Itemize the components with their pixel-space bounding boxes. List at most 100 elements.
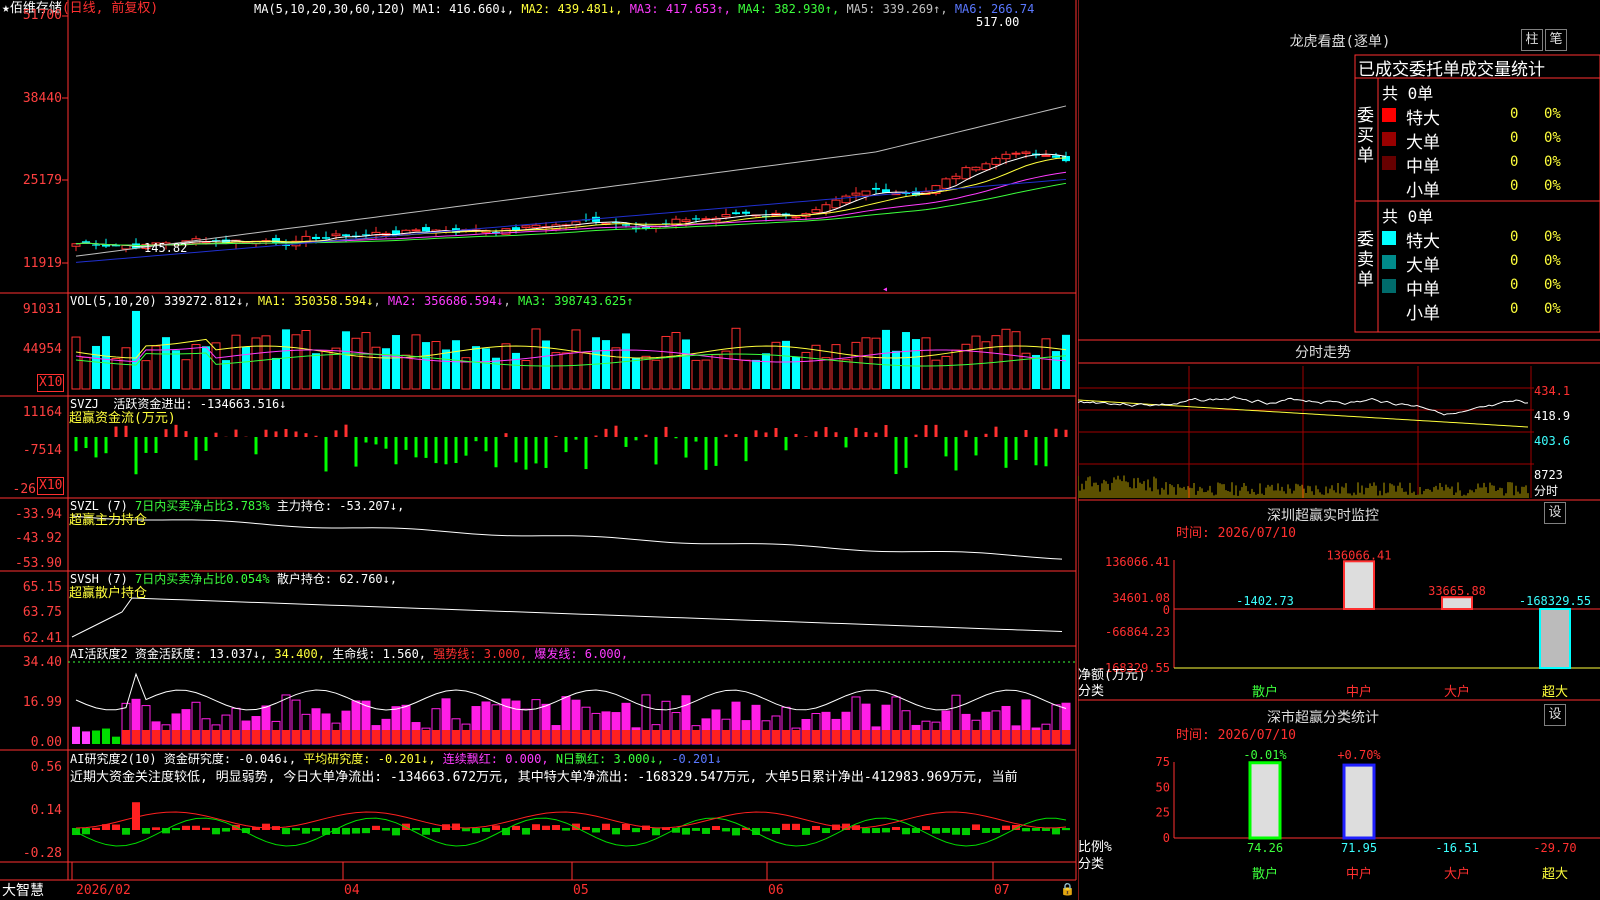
- color-swatch: [1382, 255, 1396, 269]
- volume-bar: [902, 332, 910, 389]
- ai1-header: AI活跃度2 资金活跃度: 13.037↓, 34.400, 生命线: 1.56…: [70, 647, 629, 661]
- ai2-commentary: 近期大资金关注度较低, 明显弱势, 今日大单净流出: -134663.672万元…: [70, 770, 1018, 785]
- volume-bar: [392, 335, 400, 389]
- ai2-bar: [802, 828, 810, 835]
- bar-view-button[interactable]: 柱: [1521, 29, 1543, 51]
- ai2-bar: [732, 828, 740, 836]
- order-row: 小单 0 0%: [1380, 299, 1600, 324]
- volume-bar: [762, 353, 770, 389]
- candle-up: [861, 190, 871, 196]
- ai1-base-bar: [622, 730, 630, 744]
- ai2-ytick: -0.28: [22, 846, 62, 861]
- color-swatch: [1382, 231, 1396, 245]
- color-swatch: [1382, 132, 1396, 146]
- candle-down: [82, 241, 90, 243]
- ai2-bar: [632, 828, 640, 833]
- volume-bar: [752, 359, 760, 389]
- ai1-base-bar: [292, 730, 300, 744]
- candle-up: [521, 225, 531, 229]
- candle-down: [622, 224, 630, 226]
- ai1-base-bar: [1052, 730, 1060, 744]
- ai2-bar: [982, 828, 990, 833]
- sz-class-category: 中户: [1346, 866, 1372, 882]
- svzj-header: SVZJ 活跃资金进出: -134663.516↓: [70, 397, 287, 411]
- candle-down: [692, 218, 700, 220]
- ai2-ytick: 0.14: [30, 803, 62, 818]
- volume-bar: [851, 341, 861, 390]
- ai1-base-bar: [932, 730, 940, 744]
- ai2-bar: [932, 828, 940, 834]
- ai1-base-bar: [632, 730, 640, 744]
- sz-class-settings-button[interactable]: 设: [1544, 704, 1566, 726]
- volume-bar: [611, 347, 621, 390]
- ai2-bar: [152, 827, 160, 830]
- sz-monitor-bar-label: -168329.55: [1519, 594, 1591, 608]
- sz-monitor-bar: [1539, 608, 1571, 669]
- order-row: 中单 0 0%: [1380, 152, 1600, 177]
- main-ytick: 51700: [22, 8, 62, 23]
- order-volume: 0: [1510, 253, 1519, 269]
- volume-bar: [581, 352, 591, 390]
- sz-class-ytick: 75: [1156, 755, 1170, 769]
- volume-bar: [312, 353, 320, 389]
- sz-monitor-settings-button[interactable]: 设: [1544, 502, 1566, 524]
- ai1-base-bar: [452, 730, 460, 744]
- sz-monitor-category: 散户: [1252, 684, 1278, 700]
- ai1-base-bar: [912, 730, 920, 744]
- ma-value: MA3: 417.653↑,: [622, 2, 731, 16]
- volume-bar: [492, 357, 500, 389]
- order-percent: 0%: [1544, 301, 1561, 317]
- volume-bar: [472, 346, 480, 389]
- volume-bar: [551, 352, 561, 390]
- sz-class-xlabel: 分类: [1078, 857, 1105, 872]
- sz-monitor-ytick: 136066.41: [1105, 555, 1170, 569]
- sz-class-bar: [1248, 761, 1282, 840]
- volume-bar: [711, 354, 721, 390]
- ma-header: MA(5,10,20,30,60,120): [254, 2, 406, 16]
- order-size-label: 中单: [1406, 157, 1440, 177]
- ai1-base-bar: [532, 730, 540, 744]
- ai2-bar: [782, 823, 790, 830]
- volume-bar: [831, 344, 841, 390]
- ai1-base-bar: [672, 730, 680, 744]
- ai2-bar: [482, 828, 490, 832]
- ai1-bar: [72, 726, 80, 744]
- svzj-unit-badge: X10: [37, 477, 65, 495]
- ai1-base-bar: [892, 730, 900, 744]
- volume-bar: [691, 359, 701, 390]
- order-volume: 0: [1510, 154, 1519, 170]
- tick-view-button[interactable]: 笔: [1545, 29, 1567, 51]
- sz-monitor-bar: [1441, 596, 1473, 611]
- ai2-bar: [352, 828, 360, 834]
- volume-bar: [371, 346, 381, 390]
- sz-monitor-xlabel: 分类: [1078, 684, 1105, 699]
- volume-bar: [682, 339, 690, 389]
- ai1-base-bar: [1032, 730, 1040, 744]
- ai1-base-bar: [1042, 730, 1050, 744]
- candle-down: [342, 234, 350, 236]
- brand-logo: 大智慧: [2, 883, 44, 899]
- volume-bar: [81, 356, 91, 390]
- ai1-base-bar: [842, 730, 850, 744]
- volume-bar: [731, 327, 741, 390]
- ai2-bar: [212, 828, 220, 835]
- ai1-base-bar: [862, 730, 870, 744]
- sz-monitor-bar-label: 136066.41: [1326, 548, 1391, 562]
- ai1-base-bar: [132, 730, 140, 744]
- ai2-bar: [432, 828, 440, 833]
- ai2-bar: [312, 828, 320, 832]
- ai1-ytick: 34.40: [22, 655, 62, 670]
- ai1-base-bar: [822, 730, 830, 744]
- volume-bar: [242, 346, 250, 389]
- marker-arrow: ◂: [882, 284, 888, 295]
- ai1-base-bar: [942, 730, 950, 744]
- volume-bar: [931, 359, 941, 390]
- ai1-base-bar: [482, 730, 490, 744]
- ai2-bar: [342, 828, 350, 835]
- candle-up: [331, 233, 341, 237]
- ai1-base-bar: [1022, 730, 1030, 744]
- buy-total: 共 0单: [1382, 84, 1434, 103]
- ai1-base-bar: [802, 730, 810, 744]
- candle-up: [501, 228, 511, 235]
- order-volume: 0: [1510, 277, 1519, 293]
